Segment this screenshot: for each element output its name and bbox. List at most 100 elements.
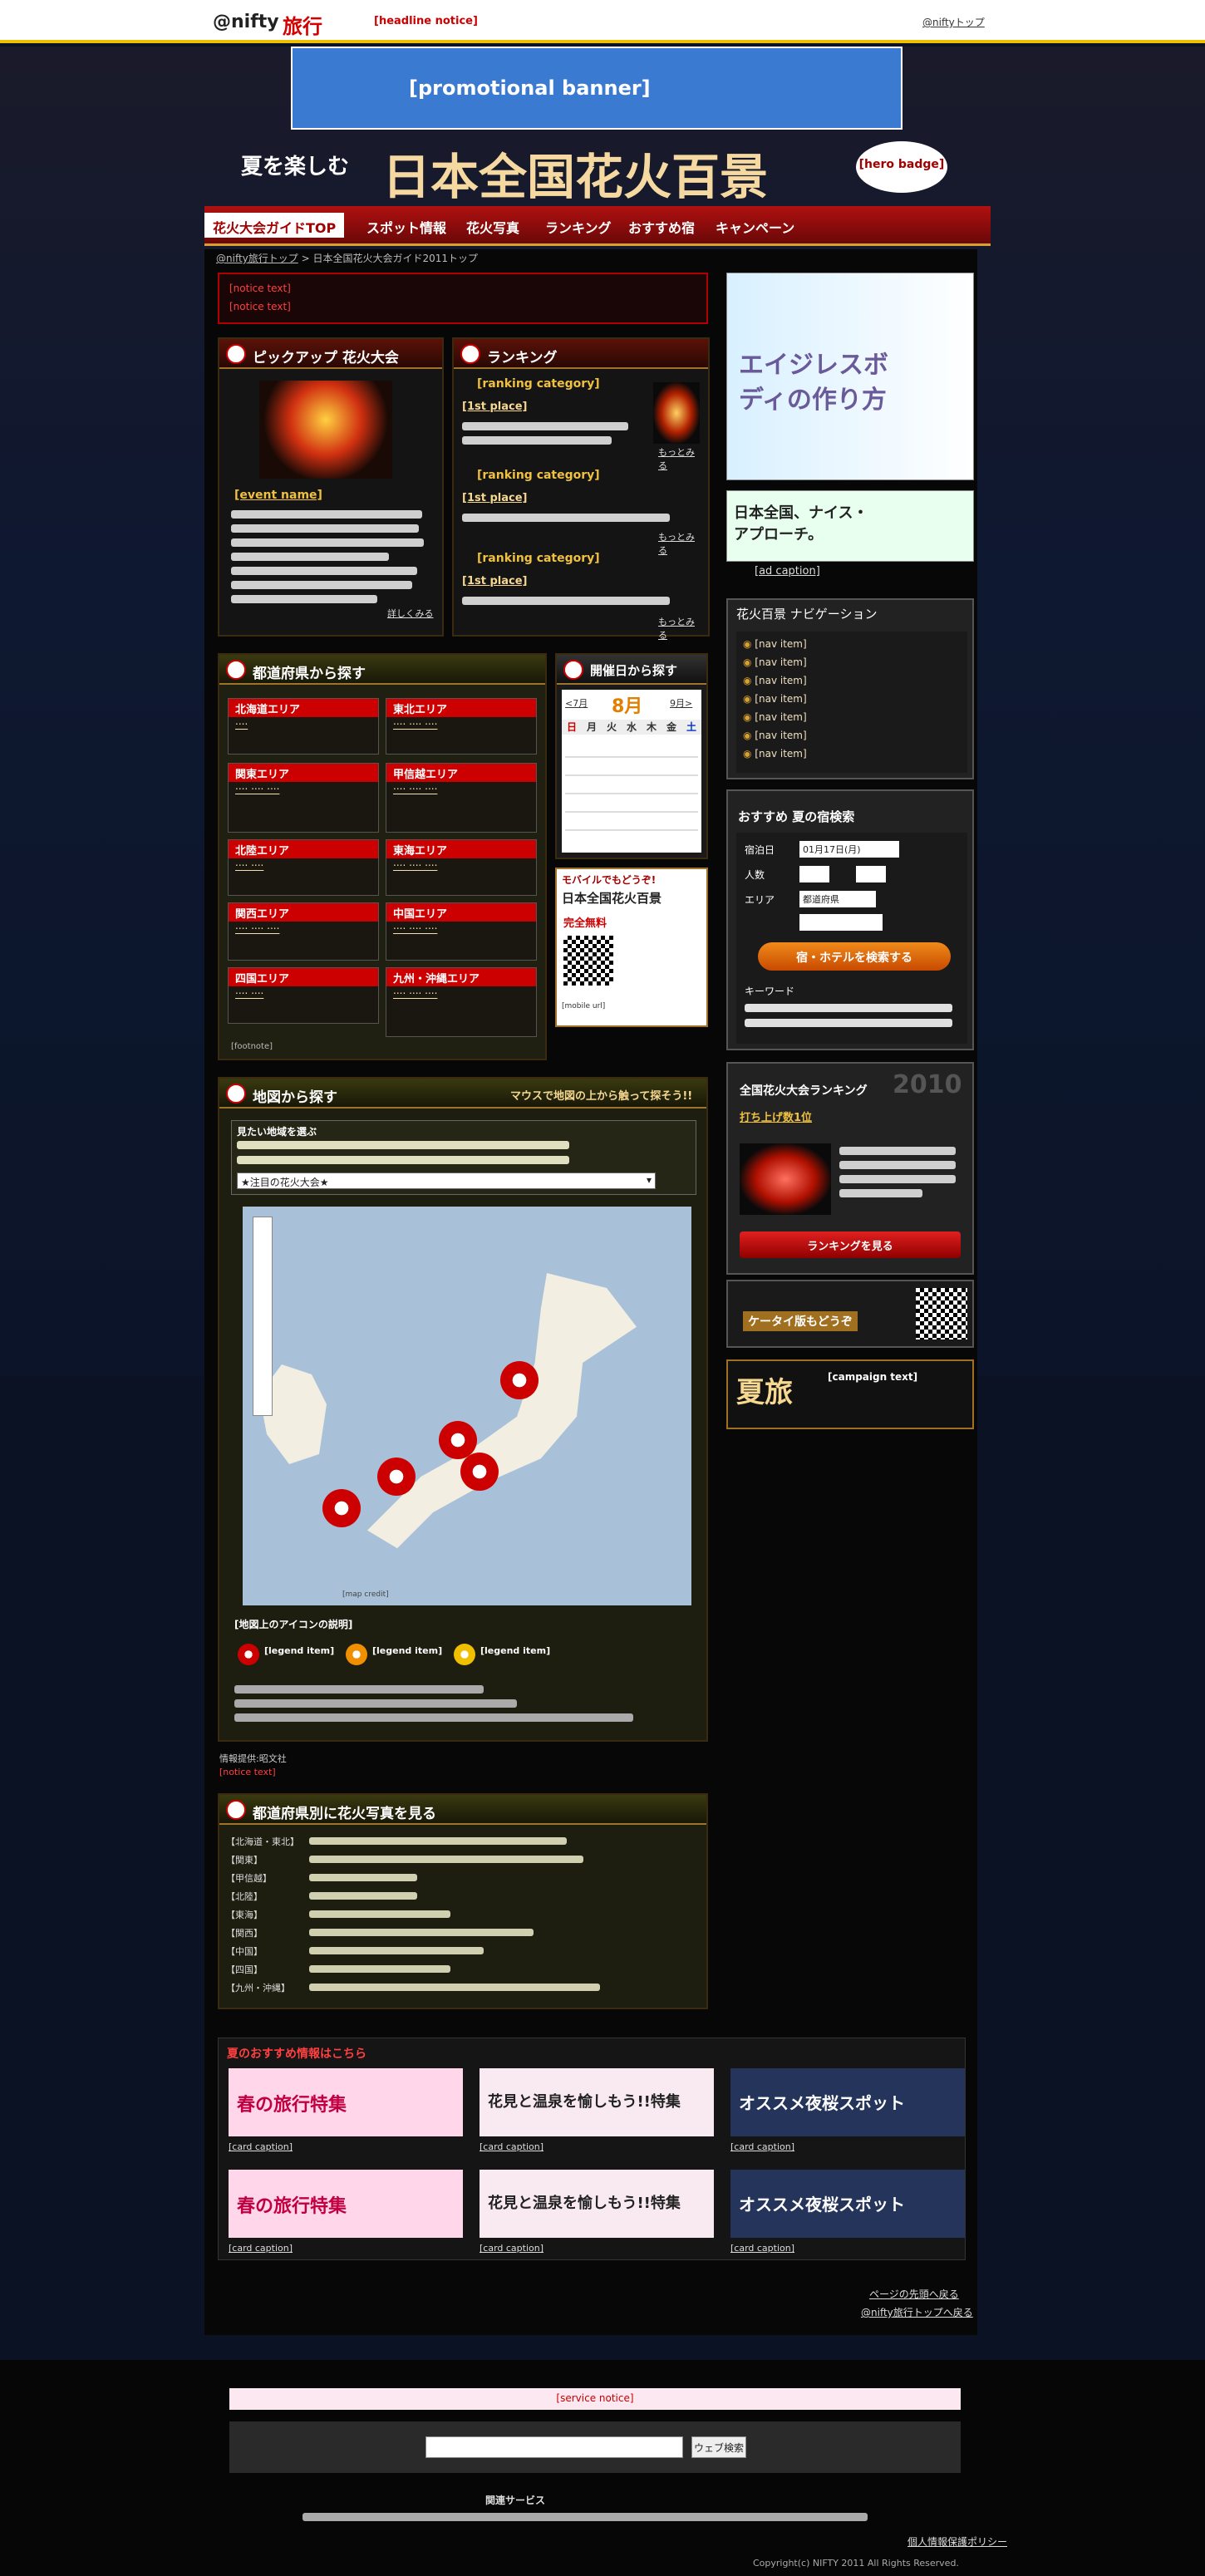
marker-small-icon	[454, 1644, 475, 1665]
recommend-title: 夏のおすすめ情報はこちら	[227, 2048, 366, 2061]
calendar-next[interactable]: 9月>	[670, 696, 692, 710]
map-legend-title: [地図上のアイコンの説明]	[234, 1619, 353, 1630]
recommend-card[interactable]: 花見と温泉を愉しもう!!特集	[480, 2170, 714, 2238]
area-block: 関西エリア ‧‧‧‧ ‧‧‧‧ ‧‧‧‧	[228, 902, 379, 961]
web-search-input[interactable]	[425, 2436, 683, 2458]
sidebar-nav-item[interactable]: ◉ [nav item]	[743, 726, 961, 745]
hotel-search-button[interactable]: 宿・ホテルを検索する	[758, 942, 951, 971]
ranking-first-link[interactable]: [1st place]	[462, 401, 527, 413]
web-search-button[interactable]: ウェブ検索	[691, 2436, 746, 2458]
sidebar-nav-item[interactable]: ◉ [nav item]	[743, 671, 961, 690]
ranking-more-link[interactable]: もっとみる	[658, 615, 703, 642]
sidebar: エイジレスボディの作り方 日本全国、ナイス・アプローチ。 [ad caption…	[726, 273, 976, 1519]
ranking-item: [ranking category] [1st place] もっとみる	[462, 552, 703, 641]
ranking-first-link[interactable]: [1st place]	[462, 575, 527, 587]
sidebar-ad-caption[interactable]: [ad caption]	[755, 565, 820, 578]
recommend-card[interactable]: 春の旅行特集	[229, 2170, 463, 2238]
nav-ranking[interactable]: ランキング	[537, 213, 620, 238]
national-ranking-thumb[interactable]	[740, 1143, 831, 1215]
firework-marker-icon[interactable]	[322, 1489, 361, 1527]
calendar-weekdays: 日月火水木金土	[562, 720, 701, 735]
photos-row: 【北海道・東北】	[226, 1833, 700, 1851]
ranking-thumb[interactable]	[653, 382, 700, 444]
photos-section: 都道府県別に花火写真を見る 【北海道・東北】 【関東】 【甲信越】 【北陸】 【…	[218, 1793, 708, 2009]
ranking-first-link[interactable]: [1st place]	[462, 492, 527, 504]
sidebar-nav-item[interactable]: ◉ [nav item]	[743, 690, 961, 708]
national-ranking-first[interactable]: 打ち上げ数1位	[740, 1109, 812, 1124]
back-to-home-link[interactable]: @nifty旅行トップへ戻る	[861, 2305, 973, 2319]
ranking-item: [ranking category] [1st place] もっとみる	[462, 377, 703, 471]
rooms-select[interactable]	[856, 866, 886, 882]
photos-badge-icon	[226, 1800, 246, 1820]
chevron-down-icon: ▾	[646, 1174, 652, 1186]
hotel-search-title: おすすめ 夏の宿検索	[738, 809, 855, 824]
zoom-control[interactable]	[253, 1217, 273, 1416]
sidebar-nav-title: 花火百景 ナビゲーション	[736, 607, 878, 622]
brand-travel[interactable]: 旅行	[283, 10, 322, 39]
calendar-grid[interactable]	[565, 740, 698, 848]
pickup-image[interactable]	[259, 381, 392, 479]
qr-code	[563, 936, 613, 986]
back-to-top-link[interactable]: ページの先頭へ戻る	[869, 2287, 959, 2301]
people-select[interactable]	[799, 866, 829, 882]
nav-photo[interactable]: 花火写真	[458, 213, 528, 238]
checkin-date-select[interactable]: 01月17日(月)	[799, 841, 899, 858]
map-area-heading: 見たい地域を選ぶ	[237, 1126, 317, 1138]
sub-area-select[interactable]	[799, 914, 883, 931]
photos-row: 【九州・沖縄】	[226, 1979, 700, 1998]
hotel-search: おすすめ 夏の宿検索 宿泊日 01月17日(月) 人数 エリア 都道府県 宿・ホ…	[726, 789, 974, 1050]
ranking-view-button[interactable]: ランキングを見る	[740, 1231, 961, 1258]
prefecture-title: 都道府県から探す	[253, 666, 366, 682]
nifty-top-link[interactable]: @niftyトップ	[922, 15, 985, 29]
sidebar-ad-toyota[interactable]: 日本全国、ナイス・アプローチ。	[726, 490, 974, 562]
sidebar-ad-aging[interactable]: エイジレスボディの作り方	[726, 273, 974, 480]
header-notice[interactable]: [headline notice]	[374, 15, 478, 27]
pickup-more-link[interactable]: 詳しくみる	[387, 607, 433, 620]
hotel-form: 宿泊日 01月17日(月) 人数 エリア 都道府県 宿・ホテルを検索する キーワ…	[736, 833, 967, 1044]
mobile-url: [mobile url]	[562, 1002, 606, 1010]
map-title: 地図から探す	[253, 1089, 337, 1106]
map-credit: [map credit]	[342, 1590, 389, 1599]
recommend-card[interactable]: 春の旅行特集	[229, 2068, 463, 2136]
recommend-card[interactable]: オススメ夜桜スポット	[730, 2170, 965, 2238]
sidebar-nav-item[interactable]: ◉ [nav item]	[743, 635, 961, 653]
map-filter: 見たい地域を選ぶ ★注目の花火大会★ ▾	[231, 1120, 696, 1195]
prefecture-badge-icon	[226, 660, 246, 680]
photos-row: 【関西】	[226, 1925, 700, 1943]
breadcrumb-home[interactable]: @nifty旅行トップ	[216, 253, 298, 264]
hero-subtitle: 夏を楽しむ	[241, 155, 350, 179]
privacy-link[interactable]: 個人情報保護ポリシー	[907, 2534, 1007, 2549]
ranking-item: [ranking category] [1st place] もっとみる	[462, 469, 703, 556]
campaign-banner[interactable]: 夏旅 [campaign text]	[726, 1359, 974, 1429]
keyword-links[interactable]	[745, 1004, 952, 1027]
sidebar-nav-item[interactable]: ◉ [nav item]	[743, 708, 961, 726]
firework-marker-icon[interactable]	[500, 1361, 539, 1399]
sidebar-nav-list: ◉ [nav item] ◉ [nav item] ◉ [nav item] ◉…	[736, 632, 967, 773]
sidebar-nav-item[interactable]: ◉ [nav item]	[743, 745, 961, 763]
area-select[interactable]: 都道府県	[799, 891, 876, 907]
nav-guide-top[interactable]: 花火大会ガイドTOP	[204, 213, 345, 238]
map-select[interactable]: ★注目の花火大会★ ▾	[237, 1172, 656, 1189]
area-block: 北陸エリア ‧‧‧‧ ‧‧‧‧	[228, 839, 379, 896]
firework-marker-icon[interactable]	[460, 1453, 499, 1491]
mobile-banner[interactable]: ケータイ版もどうぞ	[726, 1280, 974, 1348]
calendar-prev[interactable]: <7月	[565, 696, 588, 710]
recommend-card[interactable]: オススメ夜桜スポット	[730, 2068, 965, 2136]
sidebar-nav-item[interactable]: ◉ [nav item]	[743, 653, 961, 671]
photos-row: 【関東】	[226, 1851, 700, 1870]
area-block: 九州・沖縄エリア ‧‧‧‧ ‧‧‧‧ ‧‧‧‧	[386, 967, 537, 1037]
copyright: Copyright(c) NIFTY 2011 All Rights Reser…	[753, 2558, 959, 2569]
footer-notice: [service notice]	[229, 2388, 961, 2410]
footer-links[interactable]	[302, 2513, 868, 2521]
breadcrumb: @nifty旅行トップ > 日本全国花火大会ガイド2011トップ	[216, 253, 479, 264]
pickup-event-link[interactable]: [event name]	[234, 489, 322, 502]
promo-banner[interactable]: [promotional banner]	[291, 47, 903, 130]
nav-spot[interactable]: スポット情報	[358, 213, 455, 238]
map-view[interactable]: [map credit]	[243, 1207, 691, 1605]
nav-hotel[interactable]: おすすめ宿	[620, 213, 703, 238]
map-area-links[interactable]	[237, 1141, 569, 1164]
brand-logo[interactable]: @nifty	[213, 12, 279, 32]
recommend-card[interactable]: 花見と温泉を愉しもう!!特集	[480, 2068, 714, 2136]
firework-marker-icon[interactable]	[377, 1458, 416, 1496]
nav-campaign[interactable]: キャンペーン	[707, 213, 803, 238]
